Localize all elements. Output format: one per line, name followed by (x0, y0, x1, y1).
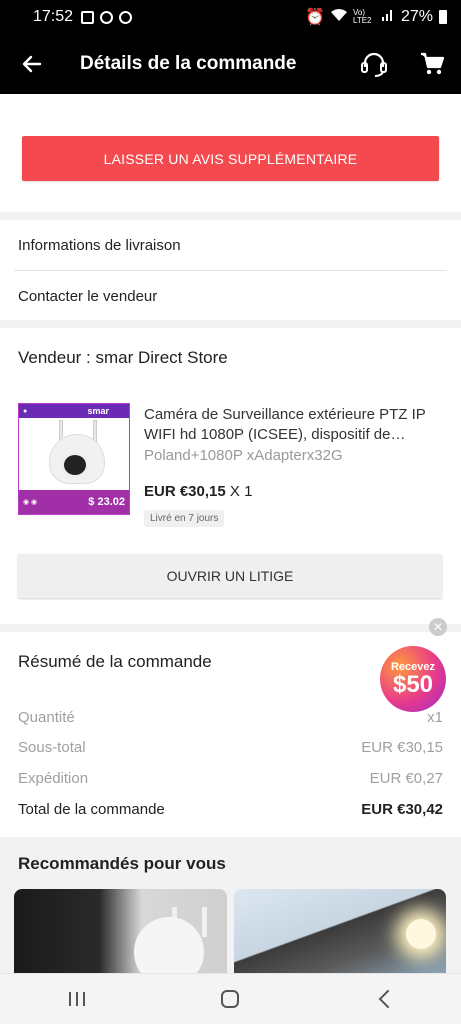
system-nav-bar (0, 973, 461, 1024)
status-time: 17:52 (33, 8, 74, 25)
contact-seller-link[interactable]: Contacter le vendeur (18, 288, 157, 305)
product-price: EUR €30,15 (144, 483, 226, 500)
headset-icon (361, 52, 387, 77)
support-button[interactable] (345, 34, 403, 94)
summary-value: x1 (427, 709, 443, 726)
thumb-bottom-band: ◉ ◉ $ 23.02 (19, 490, 129, 514)
home-button[interactable] (200, 979, 260, 1019)
thumb-brand-logo: ● (23, 407, 28, 415)
promo-amount: $50 (392, 671, 434, 698)
summary-label: Quantité (18, 709, 75, 726)
thumb-price: $ 23.02 (88, 496, 125, 508)
back-icon (378, 990, 390, 1008)
review-section: LAISSER UN AVIS SUPPLÉMENTAIRE (0, 94, 461, 212)
vendor-name[interactable]: Vendeur : smar Direct Store (18, 348, 228, 368)
back-button[interactable] (0, 34, 64, 94)
leave-review-button[interactable]: LAISSER UN AVIS SUPPLÉMENTAIRE (22, 136, 439, 181)
product-price-line: EUR €30,15 X 1 (144, 483, 252, 500)
gallery-notification-icon (81, 10, 95, 24)
total-value: EUR €30,42 (361, 801, 443, 818)
summary-value: EUR €0,27 (369, 770, 443, 787)
cart-button[interactable] (403, 34, 461, 94)
signal-icon (381, 8, 395, 27)
recommended-product-card[interactable] (234, 889, 446, 973)
app-notification-icon (100, 10, 114, 24)
divider (14, 270, 447, 271)
promo-close-button[interactable]: ✕ (429, 618, 447, 636)
app-bar: Détails de la commande (0, 34, 461, 94)
thumb-brand: smar (87, 406, 109, 416)
recommended-product-card[interactable] (14, 889, 227, 973)
battery-icon (439, 10, 447, 24)
order-item-section: Vendeur : smar Direct Store ● smar ◉ ◉ $… (0, 328, 461, 624)
recommended-title: Recommandés pour vous (18, 854, 226, 873)
summary-label: Expédition (18, 770, 89, 787)
close-icon: ✕ (432, 620, 444, 634)
camera-image (134, 917, 204, 973)
camera-antenna (202, 907, 207, 937)
open-dispute-button[interactable]: OUVRIR UN LITIGE (18, 554, 442, 598)
app-notification-icon (119, 10, 133, 24)
page-title: Détails de la commande (80, 53, 297, 74)
total-label: Total de la commande (18, 801, 165, 818)
notification-icons (81, 10, 133, 24)
alarm-icon: ⏰ (305, 9, 325, 26)
summary-row-quantity: Quantité x1 (18, 709, 443, 726)
summary-label: Sous-total (18, 739, 86, 756)
status-right: ⏰ Vo) LTE2 27% (305, 7, 447, 27)
back-arrow-icon (22, 55, 42, 73)
summary-row-subtotal: Sous-total EUR €30,15 (18, 739, 443, 756)
recent-apps-icon (68, 992, 85, 1006)
network-label: Vo) LTE2 (352, 8, 372, 25)
thumb-top-band: ● smar (19, 404, 129, 418)
sun-image (406, 919, 436, 949)
delivery-tag: Livré en 7 jours (144, 510, 225, 527)
product-thumbnail[interactable]: ● smar ◉ ◉ $ 23.02 (18, 403, 130, 515)
battery-percent: 27% (400, 8, 433, 25)
summary-value: EUR €30,15 (361, 739, 443, 756)
promo-bubble[interactable]: Recevez $50 (380, 646, 446, 712)
camera-lens (61, 452, 89, 478)
summary-row-shipping: Expédition EUR €0,27 (18, 770, 443, 787)
summary-row-total: Total de la commande EUR €30,42 (18, 801, 443, 818)
product-variant: Poland+1080P xAdapterx32G (144, 447, 343, 464)
system-back-button[interactable] (354, 979, 414, 1019)
order-links-section: Informations de livraison Contacter le v… (0, 220, 461, 320)
product-quantity: X 1 (229, 483, 253, 500)
summary-title: Résumé de la commande (18, 652, 212, 671)
thumb-badges: ◉ ◉ (23, 499, 38, 506)
recent-apps-button[interactable] (47, 979, 107, 1019)
wifi-icon (330, 8, 347, 27)
cart-icon (421, 52, 445, 75)
home-icon (221, 990, 240, 1008)
status-bar: 17:52 ⏰ Vo) LTE2 27% (0, 0, 461, 34)
shipping-info-link[interactable]: Informations de livraison (18, 237, 181, 254)
product-title[interactable]: Caméra de Surveillance extérieure PTZ IP… (144, 405, 444, 445)
